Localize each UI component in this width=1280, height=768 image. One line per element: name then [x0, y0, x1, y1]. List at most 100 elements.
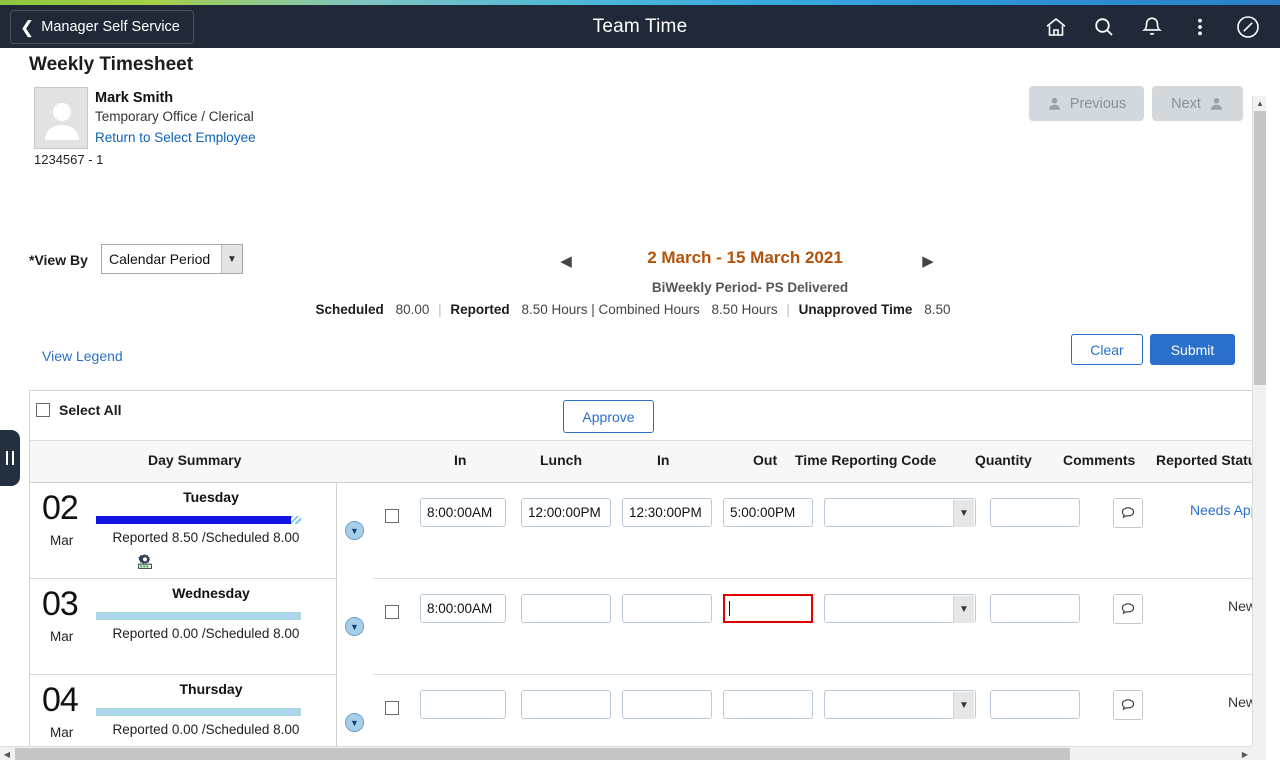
time-input-out[interactable] [723, 498, 813, 527]
nav-bar-compass-icon[interactable] [1224, 5, 1272, 48]
reported-value: 8.50 Hours | Combined Hours [521, 302, 700, 317]
side-panel-toggle-handle[interactable] [0, 430, 20, 486]
approve-button[interactable]: Approve [563, 400, 654, 433]
day-progress-bar [96, 708, 301, 716]
submit-button[interactable]: Submit [1150, 334, 1235, 365]
next-period-button[interactable]: ▶ [915, 248, 941, 274]
back-button-label: Manager Self Service [41, 19, 180, 35]
comments-button[interactable] [1113, 498, 1143, 528]
time-input-in2[interactable] [622, 690, 712, 719]
scrollbar-corner [1252, 746, 1266, 760]
comments-button[interactable] [1113, 594, 1143, 624]
clear-button[interactable]: Clear [1071, 334, 1143, 365]
day-month: Mar [50, 533, 74, 548]
comment-bubble-icon [1121, 699, 1135, 711]
quantity-input[interactable] [990, 498, 1080, 527]
day-weekday: Wednesday [172, 585, 250, 601]
scroll-right-arrow-icon[interactable]: ▶ [1238, 747, 1252, 760]
view-by-select[interactable]: Calendar PeriodWeekDayTime Period [101, 244, 243, 274]
table-row: ▼ Needs Approval [373, 483, 1261, 579]
employee-id: 1234567 - 1 [34, 152, 104, 167]
select-all-label: Select All [59, 402, 122, 418]
vertical-scrollbar[interactable]: ▲ ▼ [1252, 96, 1266, 760]
vertical-scroll-thumb[interactable] [1254, 111, 1266, 385]
time-input-lunch[interactable] [521, 690, 611, 719]
time-reporting-code-select[interactable]: ▼ [824, 498, 976, 527]
day-summary-cell: 02 Mar Tuesday Reported 8.50 /Scheduled 8.0… [30, 483, 364, 579]
time-input-lunch[interactable] [521, 498, 611, 527]
period-subtitle: BiWeekly Period- PS Delivered [651, 280, 849, 295]
chevron-down-icon: ▼ [953, 692, 974, 719]
column-header-lunch: Lunch [540, 452, 582, 468]
horizontal-scrollbar[interactable]: ◀ ▶ [0, 746, 1266, 760]
app-header: ❮ Manager Self Service Team Time [0, 5, 1280, 48]
row-select-checkbox[interactable] [385, 605, 399, 619]
actions-menu-icon[interactable] [1176, 5, 1224, 48]
time-input-in2[interactable] [622, 498, 712, 527]
time-input-out[interactable] [723, 594, 813, 623]
return-to-select-employee-link[interactable]: Return to Select Employee [95, 130, 256, 145]
page-content: Weekly Timesheet Mark Smith Temporary Of… [0, 48, 1266, 760]
time-input-out[interactable] [723, 690, 813, 719]
table-row: ▼New [373, 579, 1261, 675]
time-reporting-code-select[interactable]: ▼ [824, 690, 976, 719]
day-summary-column: 02 Mar Tuesday Reported 8.50 /Scheduled 8.0… [30, 483, 364, 760]
select-all-checkbox[interactable] [36, 403, 50, 417]
next-employee-button[interactable]: Next [1152, 86, 1243, 121]
notifications-bell-icon[interactable] [1128, 5, 1176, 48]
day-number: 03 [42, 585, 79, 623]
comment-bubble-icon [1121, 603, 1135, 615]
expand-day-row-button[interactable]: ▼ [345, 521, 364, 540]
search-icon[interactable] [1080, 5, 1128, 48]
expand-day-row-button[interactable]: ▼ [345, 713, 364, 732]
quantity-input[interactable] [990, 690, 1080, 719]
day-summary-cell: 03 Mar Wednesday Reported 0.00 /Scheduled 8… [30, 579, 364, 675]
time-input-in1[interactable] [420, 690, 506, 719]
time-input-lunch[interactable] [521, 594, 611, 623]
column-header-comments: Comments [1063, 452, 1136, 468]
column-header-quantity: Quantity [975, 452, 1032, 468]
day-weekday: Thursday [179, 681, 243, 697]
next-button-label: Next [1171, 95, 1201, 112]
time-reporting-code-select[interactable]: ▼ [824, 594, 976, 623]
header-icon-group [1032, 5, 1272, 48]
day-month: Mar [50, 629, 74, 644]
column-header-in1: In [454, 452, 467, 468]
row-select-checkbox[interactable] [385, 509, 399, 523]
employee-department: Temporary Office / Clerical [95, 109, 254, 124]
person-icon [1210, 97, 1222, 110]
day-weekday: Tuesday [183, 489, 239, 505]
expand-day-row-button[interactable]: ▼ [345, 617, 364, 636]
column-header-in2: In [657, 452, 670, 468]
view-by-label: *View By [29, 252, 88, 268]
view-legend-link[interactable]: View Legend [42, 348, 123, 364]
table-column-headers: Day Summary In Lunch In Out Time Reporting Co… [30, 441, 1261, 483]
timesheet-grid: Select All Approve Day Summary In Lunch In O… [29, 390, 1262, 760]
day-reported-scheduled: Reported 8.50 /Scheduled 8.00 [112, 530, 300, 545]
back-to-manager-self-service-button[interactable]: ❮ Manager Self Service [10, 10, 194, 44]
quantity-input[interactable] [990, 594, 1080, 623]
comment-bubble-icon [1121, 507, 1135, 519]
reported-label: Reported [450, 302, 510, 317]
time-input-in1[interactable] [420, 498, 506, 527]
column-header-trc: Time Reporting Code [795, 452, 937, 468]
home-icon[interactable] [1032, 5, 1080, 48]
time-input-in2[interactable] [622, 594, 712, 623]
totals-summary: Scheduled 80.00 | Reported 8.50 Hours | … [0, 302, 1266, 317]
day-number: 02 [42, 489, 79, 527]
comments-button[interactable] [1113, 690, 1143, 720]
row-select-checkbox[interactable] [385, 701, 399, 715]
process-gear-icon[interactable] [135, 551, 155, 576]
timesheet-rows: 02 Mar Tuesday Reported 8.50 /Scheduled 8.0… [30, 483, 1261, 760]
column-header-status: Reported Statu [1156, 452, 1257, 468]
reported-status[interactable]: Needs Approval [1190, 502, 1261, 518]
horizontal-scroll-thumb[interactable] [15, 748, 1070, 760]
day-reported-scheduled: Reported 0.00 /Scheduled 8.00 [112, 626, 300, 641]
previous-period-button[interactable]: ◀ [553, 248, 579, 274]
scroll-up-arrow-icon[interactable]: ▲ [1253, 96, 1266, 110]
time-input-in1[interactable] [420, 594, 506, 623]
chevron-down-icon: ▼ [953, 500, 974, 527]
previous-employee-button[interactable]: Previous [1029, 86, 1144, 121]
page-title: Weekly Timesheet [29, 54, 194, 75]
scroll-left-arrow-icon[interactable]: ◀ [0, 747, 14, 760]
